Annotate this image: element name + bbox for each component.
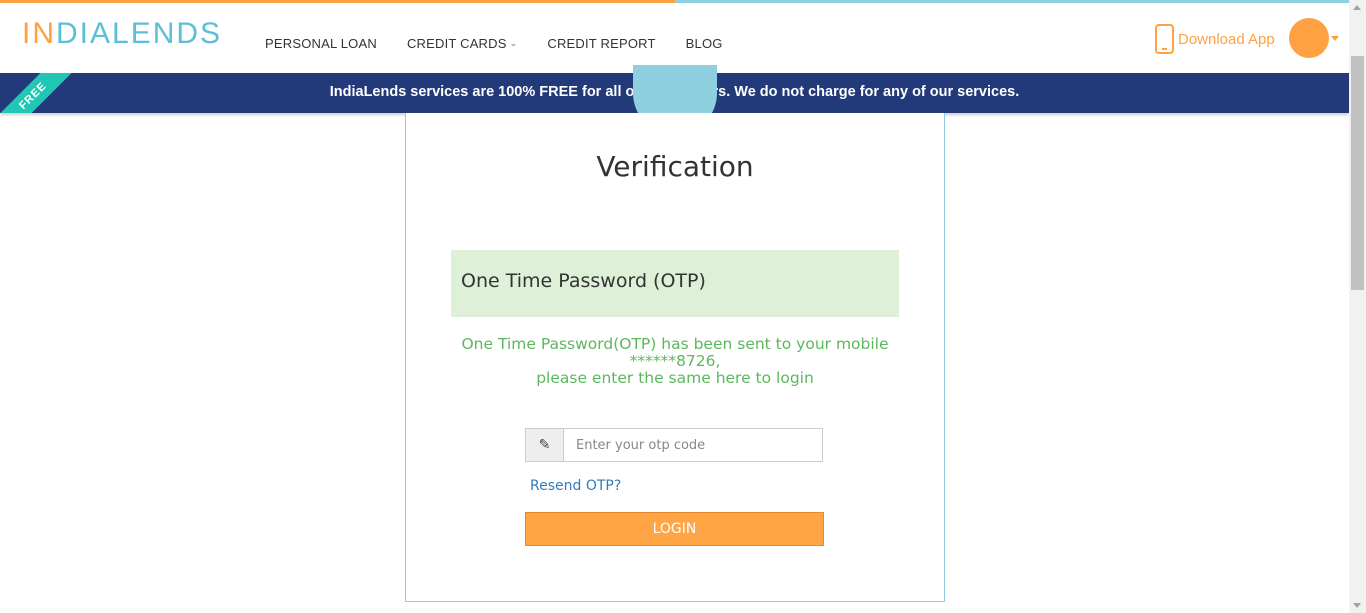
- site-header: INDIALENDS PERSONAL LOAN CREDIT CARDS ⌄ C…: [0, 3, 1349, 73]
- otp-input[interactable]: [564, 429, 822, 461]
- logo-prefix: IN: [22, 17, 56, 50]
- scrollbar[interactable]: [1349, 0, 1366, 613]
- logo-rest: DIALENDS: [56, 17, 223, 50]
- page-title: Verification: [596, 150, 754, 183]
- scroll-up-icon[interactable]: [1353, 5, 1361, 10]
- indialends-logo[interactable]: INDIALENDS: [22, 17, 222, 53]
- avatar[interactable]: [1289, 18, 1329, 58]
- pencil-icon: ✎: [526, 429, 564, 461]
- caret-down-icon[interactable]: [1331, 36, 1339, 41]
- scrollbar-thumb[interactable]: [1351, 56, 1364, 290]
- otp-message-line3: please enter the same here to login: [536, 369, 814, 387]
- download-app-link[interactable]: Download App: [1155, 24, 1275, 54]
- otp-input-group: ✎: [525, 428, 823, 462]
- resend-otp-link[interactable]: Resend OTP?: [530, 478, 621, 494]
- otp-message-masked-mobile: ******8726,: [629, 352, 721, 370]
- scroll-down-icon[interactable]: [1353, 603, 1361, 608]
- chevron-down-icon: ⌄: [509, 38, 518, 48]
- nav-credit-report[interactable]: CREDIT REPORT: [547, 36, 655, 51]
- nav-blog[interactable]: BLOG: [686, 36, 723, 51]
- download-app-label: Download App: [1178, 30, 1275, 48]
- otp-message-line1: One Time Password(OTP) has been sent to …: [461, 335, 889, 353]
- phone-icon: [1155, 24, 1174, 54]
- otp-sent-message: One Time Password(OTP) has been sent to …: [405, 336, 945, 387]
- otp-heading-box: One Time Password (OTP): [451, 250, 899, 317]
- main-nav: PERSONAL LOAN CREDIT CARDS ⌄ CREDIT REPOR…: [265, 36, 753, 51]
- nav-credit-cards-label: CREDIT CARDS: [406, 36, 507, 51]
- nav-personal-loan[interactable]: PERSONAL LOAN: [265, 36, 377, 51]
- otp-heading: One Time Password (OTP): [461, 270, 706, 292]
- nav-credit-cards[interactable]: CREDIT CARDS ⌄: [407, 36, 517, 51]
- login-button[interactable]: LOGIN: [525, 512, 824, 546]
